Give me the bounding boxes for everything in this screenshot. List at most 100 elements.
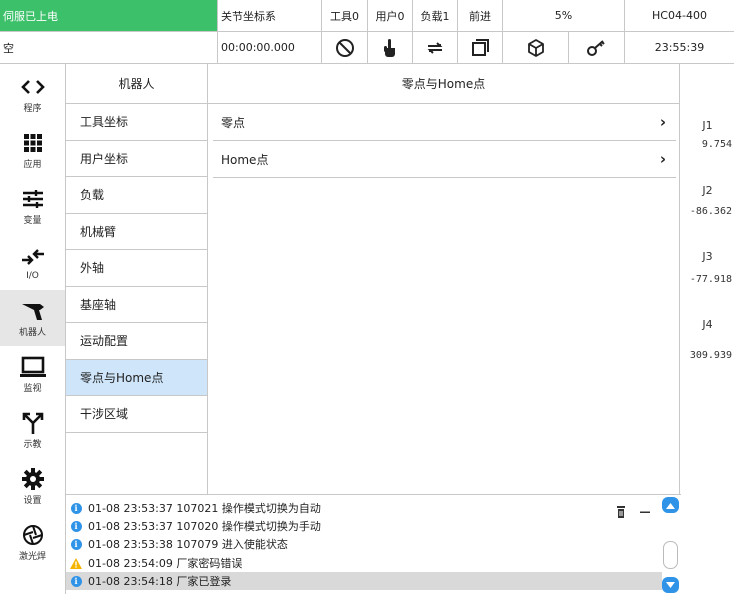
nav-label: 监视 xyxy=(23,384,42,394)
robot-arm-icon xyxy=(18,298,48,324)
menu-item-motion-config[interactable]: 运动配置 xyxy=(66,323,207,360)
log-entry[interactable]: i 01-08 23:53:38 107079 进入使能状态 xyxy=(66,535,662,553)
log-entry[interactable]: i 01-08 23:53:37 107020 操作模式切换为手动 xyxy=(66,517,662,535)
key-button[interactable] xyxy=(569,32,625,64)
user-button[interactable]: 用户0 xyxy=(368,0,413,32)
speed-display[interactable]: 5% xyxy=(503,0,625,32)
scroll-down-button[interactable] xyxy=(662,577,679,593)
direction-button[interactable]: 前进 xyxy=(458,0,503,32)
log-text: 01-08 23:54:09 厂家密码错误 xyxy=(88,557,243,570)
window-button[interactable] xyxy=(458,32,503,64)
sliders-icon xyxy=(18,186,48,212)
joint-value: 9.754 xyxy=(701,139,732,150)
menu-title: 机器人 xyxy=(66,64,207,104)
nav-settings[interactable]: 设置 xyxy=(0,458,65,514)
robot-menu: 机器人 工具坐标 用户坐标 负载 机械臂 外轴 基座轴 运动配置 零点与Home… xyxy=(66,64,208,494)
nav-label: 变量 xyxy=(23,216,42,226)
left-nav: 程序 应用 变量 I/O 机器人 监视 示教 设置 激光焊 xyxy=(0,64,66,594)
grid-icon xyxy=(18,130,48,156)
joint-value: -86.362 xyxy=(689,206,732,217)
program-name: 空 xyxy=(0,32,218,64)
info-icon: i xyxy=(70,538,82,550)
model-label: HC04-400 xyxy=(625,0,734,32)
log-text: 01-08 23:53:37 107020 操作模式切换为手动 xyxy=(88,520,321,533)
nav-variables[interactable]: 变量 xyxy=(0,178,65,234)
row-label: 零点 xyxy=(221,115,246,130)
info-icon: i xyxy=(70,575,82,587)
cube-icon xyxy=(527,38,544,57)
scroll-thumb[interactable] xyxy=(663,541,678,569)
code-icon xyxy=(18,74,48,100)
menu-item-tool-coord[interactable]: 工具坐标 xyxy=(66,104,207,141)
log-panel: i 01-08 23:53:37 107021 操作模式切换为自动 i 01-0… xyxy=(66,494,681,594)
jog-button[interactable] xyxy=(368,32,413,64)
nav-label: 激光焊 xyxy=(18,552,46,562)
clear-log-button[interactable] xyxy=(612,503,630,521)
log-text: 01-08 23:53:38 107079 进入使能状态 xyxy=(88,538,288,551)
log-entry[interactable]: i 01-08 23:54:18 厂家已登录 xyxy=(66,572,662,590)
tool-button[interactable]: 工具0 xyxy=(322,0,368,32)
nav-io[interactable]: I/O xyxy=(0,234,65,290)
stop-button[interactable] xyxy=(322,32,368,64)
joint-name: J3 xyxy=(702,250,713,263)
joint-value: -77.918 xyxy=(689,274,732,285)
chevron-up-icon xyxy=(666,502,675,509)
nav-laser-weld[interactable]: 激光焊 xyxy=(0,514,65,570)
menu-item-interference-zone[interactable]: 干涉区域 xyxy=(66,396,207,433)
payload-button[interactable]: 负载1 xyxy=(413,0,458,32)
window-icon xyxy=(472,38,489,56)
trash-icon xyxy=(617,506,625,518)
cube-button[interactable] xyxy=(503,32,569,64)
log-text: 01-08 23:53:37 107021 操作模式切换为自动 xyxy=(88,502,321,515)
nav-teach[interactable]: 示教 xyxy=(0,402,65,458)
joint-positions: J1 9.754 J2 -86.362 J3 -77.918 J4 309.93… xyxy=(681,64,734,594)
log-entry[interactable]: i 01-08 23:53:37 107021 操作模式切换为自动 xyxy=(66,499,662,517)
row-label: Home点 xyxy=(221,152,269,167)
nav-apps[interactable]: 应用 xyxy=(0,122,65,178)
joint-name: J2 xyxy=(702,184,713,197)
panel-title: 零点与Home点 xyxy=(208,64,679,104)
loop-button[interactable] xyxy=(413,32,458,64)
coord-system-button[interactable]: 关节坐标系 xyxy=(218,0,322,32)
key-icon xyxy=(586,39,605,56)
info-icon: i xyxy=(70,520,82,532)
home-point-row[interactable]: Home点 › xyxy=(213,141,676,178)
minimize-log-button[interactable] xyxy=(636,503,654,521)
warning-icon xyxy=(70,557,82,569)
nav-label: 设置 xyxy=(23,496,42,506)
info-icon: i xyxy=(70,502,82,514)
log-text: 01-08 23:54:18 厂家已登录 xyxy=(88,575,232,588)
nav-label: 应用 xyxy=(23,160,42,170)
nav-monitor[interactable]: 监视 xyxy=(0,346,65,402)
gear-icon xyxy=(18,466,48,492)
laser-weld-icon xyxy=(18,522,48,548)
monitor-icon xyxy=(18,354,48,380)
nav-label: 机器人 xyxy=(18,328,46,338)
nav-label: 程序 xyxy=(23,104,42,114)
nav-robot[interactable]: 机器人 xyxy=(0,290,65,346)
menu-item-user-coord[interactable]: 用户坐标 xyxy=(66,141,207,177)
chevron-right-icon: › xyxy=(659,150,666,168)
status-bar: 伺服已上电 关节坐标系 工具0 用户0 负载1 前进 5% HC04-400 空… xyxy=(0,0,734,64)
stop-icon xyxy=(335,38,354,57)
menu-item-zero-home[interactable]: 零点与Home点 xyxy=(66,359,207,396)
nav-label: 示教 xyxy=(23,440,42,450)
servo-status: 伺服已上电 xyxy=(0,0,218,32)
scroll-up-button[interactable] xyxy=(662,497,679,513)
joint-value: 309.939 xyxy=(689,350,732,361)
menu-item-base-axis[interactable]: 基座轴 xyxy=(66,287,207,323)
log-scrollbar[interactable] xyxy=(662,497,679,593)
log-entry[interactable]: 01-08 23:54:09 厂家密码错误 xyxy=(66,554,662,572)
chevron-down-icon xyxy=(666,581,675,588)
loop-icon xyxy=(427,41,443,54)
main-panel: 零点与Home点 零点 › Home点 › xyxy=(208,64,680,494)
clock: 23:55:39 xyxy=(625,32,734,64)
menu-item-arm[interactable]: 机械臂 xyxy=(66,214,207,250)
joint-name: J1 xyxy=(702,119,713,132)
minus-icon xyxy=(640,511,650,513)
menu-item-external-axis[interactable]: 外轴 xyxy=(66,250,207,287)
hand-icon xyxy=(384,38,395,57)
zero-point-row[interactable]: 零点 › xyxy=(213,104,676,141)
menu-item-payload[interactable]: 负载 xyxy=(66,177,207,214)
nav-program[interactable]: 程序 xyxy=(0,66,65,122)
